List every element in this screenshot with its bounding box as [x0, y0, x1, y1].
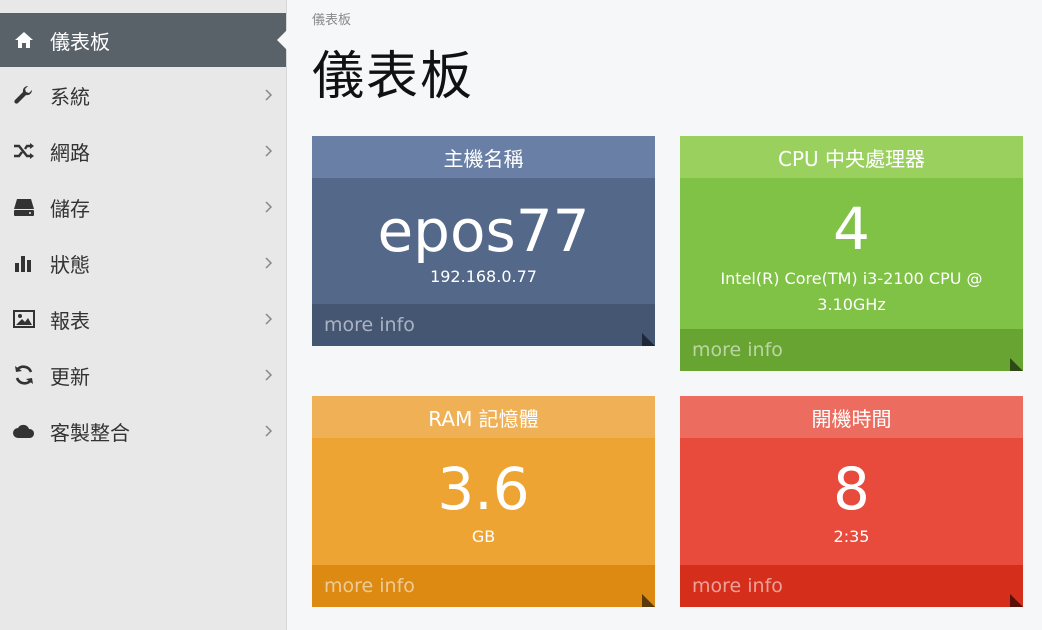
card-subtext: 2:35 [833, 527, 870, 546]
more-info-link[interactable]: more info [680, 329, 1023, 371]
page-title: 儀表板 [312, 47, 475, 107]
chevron-right-icon [264, 424, 274, 438]
more-info-link[interactable]: more info [680, 565, 1023, 607]
sidebar-item-storage[interactable]: 儲存 [0, 179, 286, 235]
sidebar-item-label: 系統 [50, 84, 90, 109]
card-subtext: 192.168.0.77 [430, 267, 537, 286]
sidebar-item-label: 儀表板 [50, 29, 110, 54]
corner-fold [642, 594, 655, 607]
cloud-icon [12, 419, 36, 443]
card-subtext: GB [471, 527, 496, 546]
sidebar: 儀表板 系統 網路 儲存 狀態 報表 更新 客製整合 [0, 0, 287, 630]
bar-chart-icon [12, 251, 36, 275]
more-info-link[interactable]: more info [312, 304, 655, 346]
chevron-right-icon [264, 200, 274, 214]
corner-fold [1010, 594, 1023, 607]
card-title: CPU 中央處理器 [680, 136, 1023, 178]
card-title: 主機名稱 [312, 136, 655, 178]
sidebar-item-label: 報表 [50, 308, 90, 333]
sidebar-item-network[interactable]: 網路 [0, 123, 286, 179]
sidebar-item-label: 網路 [50, 140, 90, 165]
card-value: epos77 [377, 197, 590, 265]
card-title: 開機時間 [680, 396, 1023, 438]
sidebar-item-reports[interactable]: 報表 [0, 291, 286, 347]
sidebar-item-label: 更新 [50, 364, 90, 389]
card-value: 8 [833, 455, 870, 523]
cpu-card: CPU 中央處理器 4 Intel(R) Core(TM) i3-2100 CP… [680, 136, 1023, 371]
more-info-link[interactable]: more info [312, 565, 655, 607]
sidebar-item-dashboard[interactable]: 儀表板 [0, 13, 286, 67]
card-value: 3.6 [437, 455, 530, 523]
refresh-icon [12, 363, 36, 387]
chevron-right-icon [264, 256, 274, 270]
sidebar-item-label: 儲存 [50, 196, 90, 221]
chevron-right-icon [264, 312, 274, 326]
card-subtext: Intel(R) Core(TM) i3-2100 CPU @ 3.10GHz [720, 269, 983, 314]
hostname-card: 主機名稱 epos77 192.168.0.77 more info [312, 136, 655, 346]
card-value: 4 [833, 195, 870, 263]
hdd-icon [12, 195, 36, 219]
chevron-right-icon [264, 144, 274, 158]
sidebar-item-update[interactable]: 更新 [0, 347, 286, 403]
chevron-right-icon [264, 368, 274, 382]
sidebar-item-label: 客製整合 [50, 420, 130, 445]
sidebar-item-system[interactable]: 系統 [0, 67, 286, 123]
ram-card: RAM 記憶體 3.6 GB more info [312, 396, 655, 607]
chevron-right-icon [264, 88, 274, 102]
sidebar-item-label: 狀態 [50, 252, 90, 277]
wrench-icon [12, 83, 36, 107]
corner-fold [642, 333, 655, 346]
corner-fold [1010, 358, 1023, 371]
home-icon [12, 28, 36, 52]
shuffle-icon [12, 139, 36, 163]
breadcrumb[interactable]: 儀表板 [312, 9, 351, 28]
sidebar-item-integration[interactable]: 客製整合 [0, 403, 286, 459]
uptime-card: 開機時間 8 2:35 more info [680, 396, 1023, 607]
sidebar-item-status[interactable]: 狀態 [0, 235, 286, 291]
picture-icon [12, 307, 36, 331]
card-title: RAM 記憶體 [312, 396, 655, 438]
